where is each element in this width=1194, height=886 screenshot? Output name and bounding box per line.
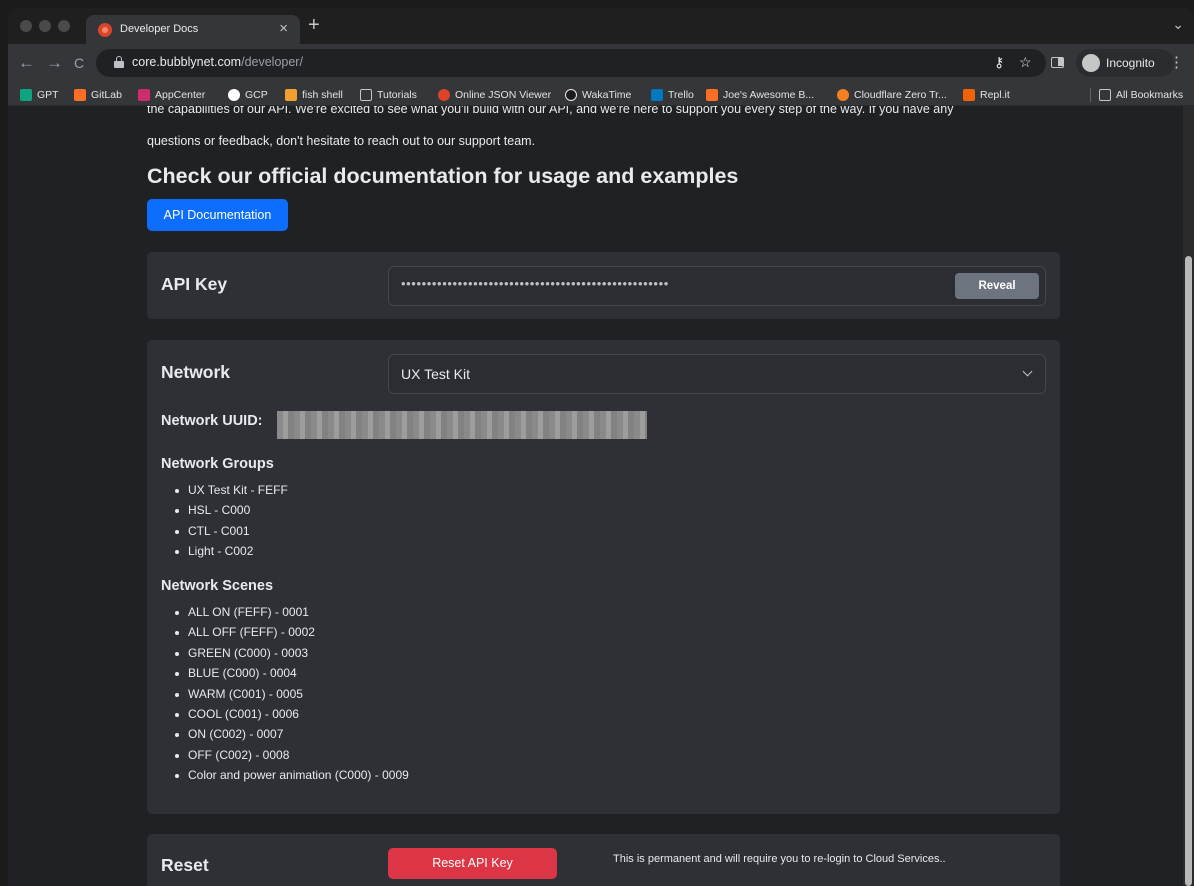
list-item: HSL - C000 xyxy=(173,500,288,520)
docs-heading: Check our official documentation for usa… xyxy=(147,164,739,188)
window-zoom-button[interactable] xyxy=(58,20,70,32)
bookmark-online-json-viewer[interactable]: Online JSON Viewer xyxy=(438,87,551,103)
bookmarks-divider xyxy=(1090,88,1091,102)
site-favicon-icon xyxy=(98,23,112,37)
api-key-card: API Key ••••••••••••••••••••••••••••••••… xyxy=(147,252,1060,319)
window-minimize-button[interactable] xyxy=(39,20,51,32)
bookmark-fish-shell[interactable]: fish shell xyxy=(285,87,343,103)
bookmark-replit[interactable]: Repl.it xyxy=(963,87,1010,103)
network-groups-list: UX Test Kit - FEFF HSL - C000 CTL - C001… xyxy=(173,480,288,562)
all-bookmarks-button[interactable]: All Bookmarks xyxy=(1099,87,1183,103)
page-scrollbar[interactable] xyxy=(1183,106,1194,886)
network-selected-value: UX Test Kit xyxy=(401,366,470,382)
browser-toolbar: ← → C core.bubblynet.com/developer/ ⚷ ☆ … xyxy=(8,44,1194,84)
list-item: WARM (C001) - 0005 xyxy=(173,684,409,704)
list-item: Color and power animation (C000) - 0009 xyxy=(173,765,409,785)
tab-search-chevron-icon[interactable]: ⌄ xyxy=(1172,16,1184,33)
forward-arrow-icon[interactable]: → xyxy=(46,53,63,73)
api-key-masked-value: ••••••••••••••••••••••••••••••••••••••••… xyxy=(401,276,669,291)
tab-close-icon[interactable]: × xyxy=(279,20,288,37)
bookmark-tutorials[interactable]: Tutorials xyxy=(360,87,417,103)
bookmark-gpt[interactable]: GPT xyxy=(20,87,59,103)
browser-window: Developer Docs × + ⌄ ← → C core.bubblyne… xyxy=(8,8,1194,886)
json-viewer-icon xyxy=(438,89,450,101)
page-content: the capabilities of our API. We're excit… xyxy=(8,106,1194,886)
lock-icon[interactable] xyxy=(114,56,124,68)
fish-shell-icon xyxy=(285,89,297,101)
api-key-title: API Key xyxy=(161,274,228,294)
list-item: ALL ON (FEFF) - 0001 xyxy=(173,602,409,622)
reset-title: Reset xyxy=(161,855,209,875)
list-item: ALL OFF (FEFF) - 0002 xyxy=(173,622,409,642)
folder-icon xyxy=(360,89,372,101)
list-item: GREEN (C000) - 0003 xyxy=(173,643,409,663)
trello-icon xyxy=(651,89,663,101)
network-scenes-heading: Network Scenes xyxy=(161,578,274,594)
tab-title: Developer Docs xyxy=(120,23,199,35)
browser-menu-icon[interactable]: ⋮ xyxy=(1169,53,1184,71)
google-icon xyxy=(228,89,240,101)
reveal-button[interactable]: Reveal xyxy=(955,273,1039,299)
list-item: COOL (C001) - 0006 xyxy=(173,704,409,724)
network-title: Network xyxy=(161,362,231,382)
network-uuid-label: Network UUID: xyxy=(161,413,263,429)
side-panel-icon[interactable] xyxy=(1051,57,1064,68)
chevron-down-icon xyxy=(1022,366,1033,377)
bookmark-joes-awesome[interactable]: Joe's Awesome B... xyxy=(706,87,814,103)
key-icon[interactable]: ⚷ xyxy=(994,54,1004,71)
list-item: ON (C002) - 0007 xyxy=(173,724,409,744)
incognito-profile-button[interactable]: Incognito xyxy=(1076,49,1174,77)
new-tab-button[interactable]: + xyxy=(308,14,320,37)
network-scenes-list: ALL ON (FEFF) - 0001 ALL OFF (FEFF) - 00… xyxy=(173,602,409,786)
reload-icon[interactable]: C xyxy=(74,55,84,71)
wakatime-icon xyxy=(565,89,577,101)
openai-icon xyxy=(20,89,32,101)
incognito-label: Incognito xyxy=(1106,56,1155,70)
bookmark-appcenter[interactable]: AppCenter xyxy=(138,87,205,103)
incognito-avatar-icon xyxy=(1082,54,1100,72)
scrollbar-thumb[interactable] xyxy=(1185,256,1192,886)
window-close-button[interactable] xyxy=(20,20,32,32)
list-item: OFF (C002) - 0008 xyxy=(173,745,409,765)
back-arrow-icon[interactable]: ← xyxy=(18,53,35,73)
bookmark-star-icon[interactable]: ☆ xyxy=(1019,54,1032,71)
bookmark-gcp[interactable]: GCP xyxy=(228,87,268,103)
list-item: BLUE (C000) - 0004 xyxy=(173,663,409,683)
api-documentation-button[interactable]: API Documentation xyxy=(147,199,288,231)
tab-developer-docs[interactable]: Developer Docs × xyxy=(86,15,300,44)
appcenter-icon xyxy=(138,89,150,101)
gitlab-icon xyxy=(74,89,86,101)
list-item: Light - C002 xyxy=(173,541,288,561)
reset-api-key-button[interactable]: Reset API Key xyxy=(388,848,557,879)
intro-line-1: the capabilities of our API. We're excit… xyxy=(147,106,954,116)
cloudflare-icon xyxy=(837,89,849,101)
gitlab-icon xyxy=(706,89,718,101)
address-bar[interactable]: core.bubblynet.com/developer/ ⚷ ☆ xyxy=(96,49,1046,77)
network-groups-heading: Network Groups xyxy=(161,456,274,472)
reset-card: Reset Reset API Key This is permanent an… xyxy=(147,834,1060,886)
list-item: UX Test Kit - FEFF xyxy=(173,480,288,500)
network-card: Network UX Test Kit Network UUID: Networ… xyxy=(147,340,1060,814)
folder-icon xyxy=(1099,89,1111,101)
reset-warning-text: This is permanent and will require you t… xyxy=(613,853,946,865)
tab-strip: Developer Docs × + ⌄ xyxy=(8,8,1194,44)
list-item: CTL - C001 xyxy=(173,521,288,541)
bookmark-trello[interactable]: Trello xyxy=(651,87,694,103)
intro-line-2: questions or feedback, don't hesitate to… xyxy=(147,134,536,148)
bookmarks-bar: GPT GitLab AppCenter GCP fish shell Tuto… xyxy=(8,84,1194,106)
network-uuid-redacted xyxy=(277,411,647,439)
api-key-field[interactable]: ••••••••••••••••••••••••••••••••••••••••… xyxy=(388,266,1046,306)
network-select[interactable]: UX Test Kit xyxy=(388,354,1046,394)
replit-icon xyxy=(963,89,975,101)
bookmark-cloudflare[interactable]: Cloudflare Zero Tr... xyxy=(837,87,947,103)
address-url[interactable]: core.bubblynet.com/developer/ xyxy=(132,55,303,69)
bookmark-wakatime[interactable]: WakaTime xyxy=(565,87,631,103)
bookmark-gitlab[interactable]: GitLab xyxy=(74,87,122,103)
